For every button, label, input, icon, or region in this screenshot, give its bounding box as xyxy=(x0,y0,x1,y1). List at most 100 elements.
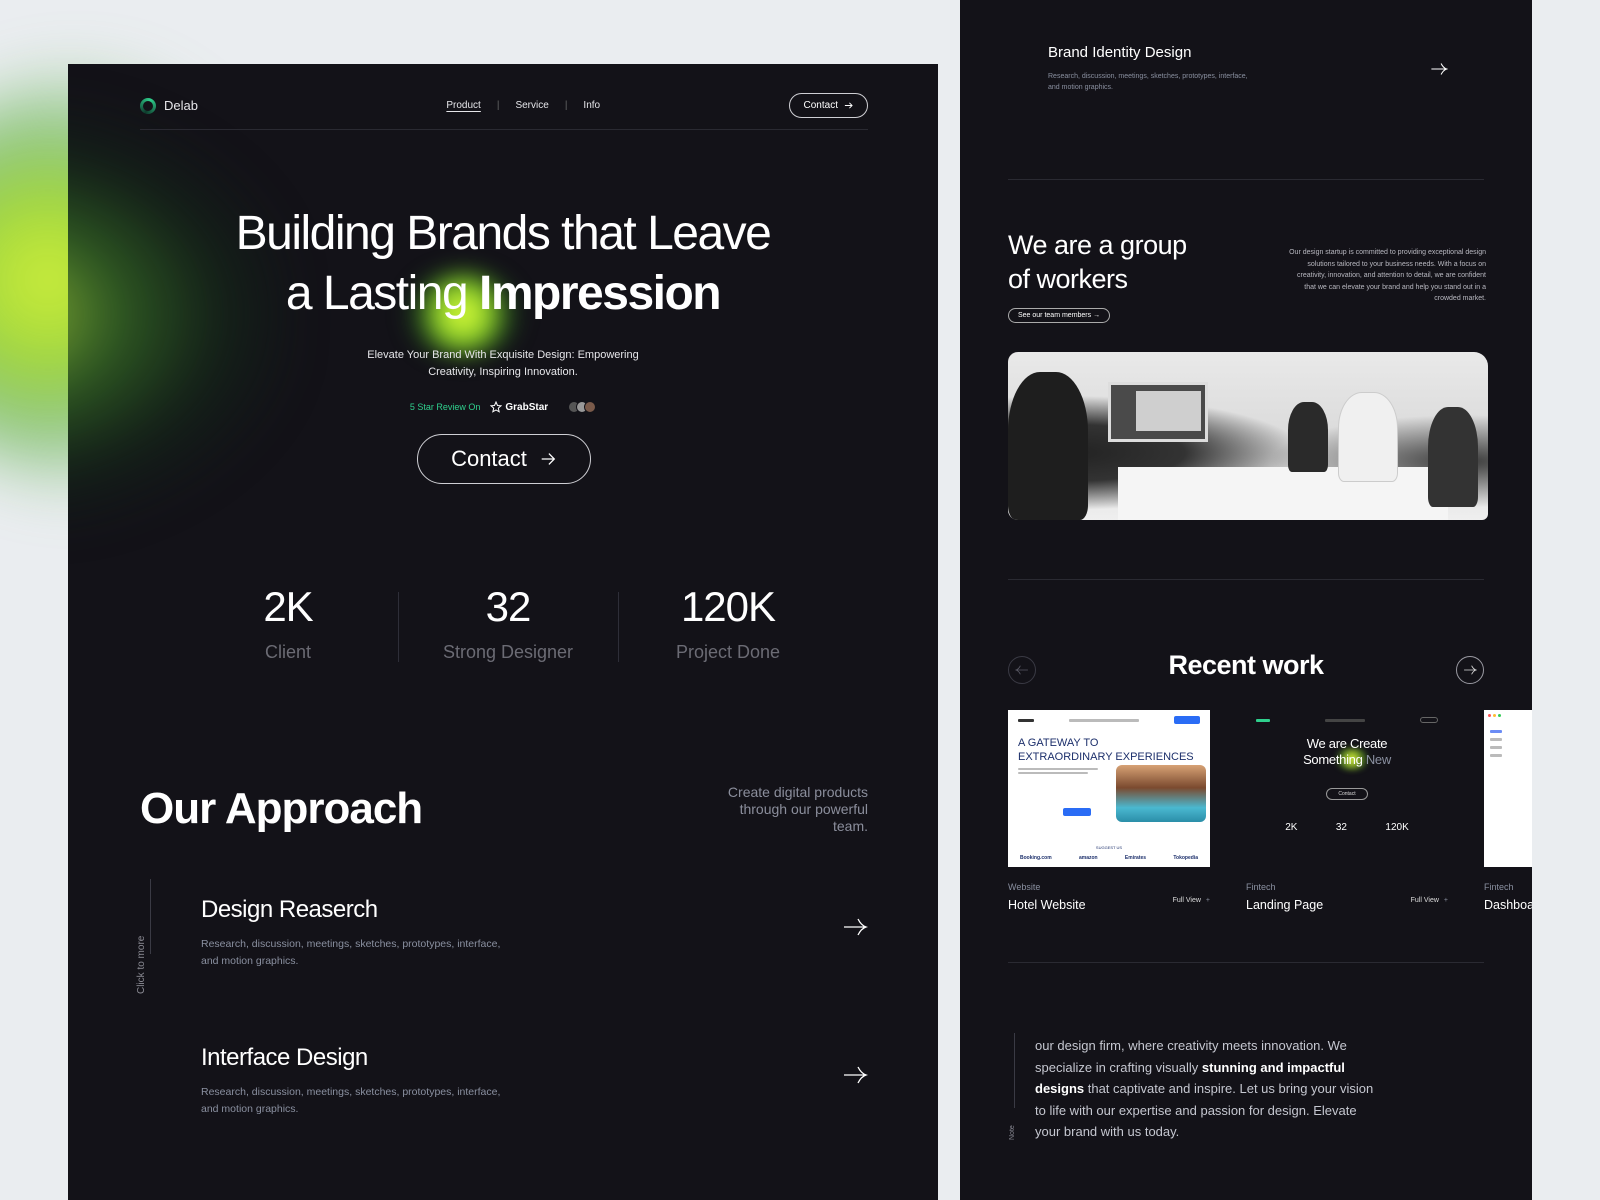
arrow-right-icon[interactable] xyxy=(1430,60,1448,78)
hero-title-line1: Building Brands that Leave xyxy=(235,207,772,260)
team-photo xyxy=(1008,352,1488,520)
mini-logo xyxy=(1256,718,1270,722)
approach-title: Our Approach xyxy=(140,784,423,833)
mini-links xyxy=(1325,718,1365,722)
stat-value: 120K xyxy=(680,583,776,630)
note-label: Note xyxy=(1009,1125,1016,1140)
arrow-right-icon xyxy=(844,102,853,109)
photo-monitor xyxy=(1108,382,1208,442)
brand-name: Delab xyxy=(164,98,198,113)
avatar xyxy=(584,401,597,413)
divider xyxy=(1008,179,1484,180)
mini-nav xyxy=(1018,716,1200,724)
nav-separator: | xyxy=(564,100,568,111)
review-label: 5 Star Review On xyxy=(409,402,481,412)
divider xyxy=(1008,579,1484,580)
mini-button xyxy=(1420,717,1438,723)
work-card[interactable]: Fintech Dashboard xyxy=(1484,710,1532,912)
landing-page-continuation: Brand Identity Design Research, discussi… xyxy=(960,0,1532,1200)
photo-person xyxy=(1428,407,1478,507)
nav-link-service[interactable]: Service xyxy=(515,100,548,111)
logo-icon xyxy=(140,97,156,114)
dash-menu xyxy=(1490,746,1502,749)
thumb-stats: 2K 32 120K xyxy=(1266,822,1428,833)
work-card[interactable]: We are Create Something New Contact 2K 3… xyxy=(1246,710,1448,912)
work-category: Fintech xyxy=(1246,882,1276,892)
work-thumbnail[interactable]: A GATEWAY TO EXTRAORDINARY EXPERIENCES S… xyxy=(1008,710,1210,867)
group-title: We are a group of workers xyxy=(1008,228,1187,296)
service-desc: Research, discussion, meetings, sketches… xyxy=(201,938,501,967)
thumb-title-line1: We are Create xyxy=(1306,736,1388,751)
grabstar-logo[interactable]: GrabStar xyxy=(490,401,548,413)
service-item[interactable]: Design Reaserch Research, discussion, me… xyxy=(201,896,868,970)
side-divider xyxy=(150,879,151,954)
thumb-search-button xyxy=(1063,808,1091,816)
thumb-stat: 2K xyxy=(1285,822,1298,833)
group-description: Our design startup is committed to provi… xyxy=(1289,249,1486,302)
thumb-title: We are Create Something New xyxy=(1246,736,1448,768)
work-thumbnail[interactable]: We are Create Something New Contact 2K 3… xyxy=(1246,710,1448,867)
group-title-line2: of workers xyxy=(1008,264,1128,294)
thumb-text xyxy=(1018,768,1098,770)
full-view-link[interactable]: Full View + xyxy=(1411,897,1448,904)
note-text-part2: that captivate and inspire. Let us bring… xyxy=(1035,1081,1374,1139)
photo-person xyxy=(1008,372,1088,520)
thumb-text xyxy=(1018,772,1088,774)
stat-designers: 32 Strong Designer xyxy=(408,584,608,663)
hero-subtitle: Elevate Your Brand With Exquisite Design… xyxy=(68,347,938,381)
brand[interactable]: Delab xyxy=(140,97,198,114)
stats-row: 2K Client 32 Strong Designer 120K Projec… xyxy=(188,584,828,663)
nav-link-info[interactable]: Info xyxy=(583,100,600,111)
service-item[interactable]: Interface Design Research, discussion, m… xyxy=(201,1044,868,1118)
logo: Emirates xyxy=(1124,855,1147,861)
window-dots xyxy=(1488,714,1501,717)
note-divider xyxy=(1014,1033,1015,1108)
work-thumbnail[interactable] xyxy=(1484,710,1532,867)
click-to-more-label[interactable]: Click to more xyxy=(136,936,147,994)
full-view-label: Full View xyxy=(1410,897,1439,904)
logo: Booking.com xyxy=(1020,855,1052,861)
thumb-section-label: SUGGEST US xyxy=(1095,845,1123,850)
work-category: Fintech xyxy=(1484,882,1514,892)
stat-value: 2K xyxy=(263,583,313,630)
service-title: Brand Identity Design xyxy=(1048,44,1192,61)
work-card[interactable]: A GATEWAY TO EXTRAORDINARY EXPERIENCES S… xyxy=(1008,710,1210,912)
dot xyxy=(1493,714,1496,717)
hero-contact-button[interactable]: Contact xyxy=(417,434,591,484)
nav-contact-button[interactable]: Contact xyxy=(788,93,868,118)
hero-contact-label: Contact xyxy=(451,446,527,471)
arrow-right-icon[interactable] xyxy=(842,914,868,940)
reviewer-avatars xyxy=(568,401,597,413)
photo-person xyxy=(1288,402,1328,472)
mini-links xyxy=(1069,718,1139,722)
service-item[interactable]: Brand Identity Design Research, discussi… xyxy=(1048,44,1448,93)
hero-title-line2-prefix: a Lasting xyxy=(285,267,480,320)
nav-link-product[interactable]: Product xyxy=(446,100,480,111)
hero-title: Building Brands that Leave a Lasting Imp… xyxy=(68,204,938,324)
mini-button xyxy=(1174,716,1200,724)
stat-label: Strong Designer xyxy=(442,642,574,662)
full-view-link[interactable]: Full View + xyxy=(1173,897,1210,904)
see-team-button[interactable]: See our team members → xyxy=(1008,308,1111,323)
hero-title-highlight: Impression xyxy=(479,267,722,320)
thumb-heading-line1: A GATEWAY TO xyxy=(1018,737,1099,749)
photo-table xyxy=(1118,467,1448,520)
full-view-label: Full View xyxy=(1172,897,1201,904)
arrow-right-icon: → xyxy=(1093,312,1101,319)
stat-projects: 120K Project Done xyxy=(628,584,828,663)
recent-work-title: Recent work xyxy=(1168,650,1324,680)
approach-subtitle: Create digital products through our powe… xyxy=(727,784,868,834)
stat-value: 32 xyxy=(485,583,532,630)
review-row: 5 Star Review On GrabStar xyxy=(68,401,938,413)
thumb-logos: Booking.com amazon Emirates Tokopedia xyxy=(1020,855,1198,861)
thumb-heading: A GATEWAY TO EXTRAORDINARY EXPERIENCES xyxy=(1018,736,1194,764)
hotel-image xyxy=(1116,765,1206,822)
next-button[interactable] xyxy=(1456,656,1484,684)
dash-menu xyxy=(1490,754,1502,757)
landing-page-preview: Delab Product | Service | Info Contact B… xyxy=(68,64,938,1200)
arrow-right-icon[interactable] xyxy=(842,1062,868,1088)
see-team-label: See our team members xyxy=(1018,312,1092,319)
hero-subtitle-line1: Elevate Your Brand With Exquisite Design… xyxy=(367,349,639,361)
dot xyxy=(1498,714,1501,717)
logo: Tokopedia xyxy=(1173,855,1198,861)
